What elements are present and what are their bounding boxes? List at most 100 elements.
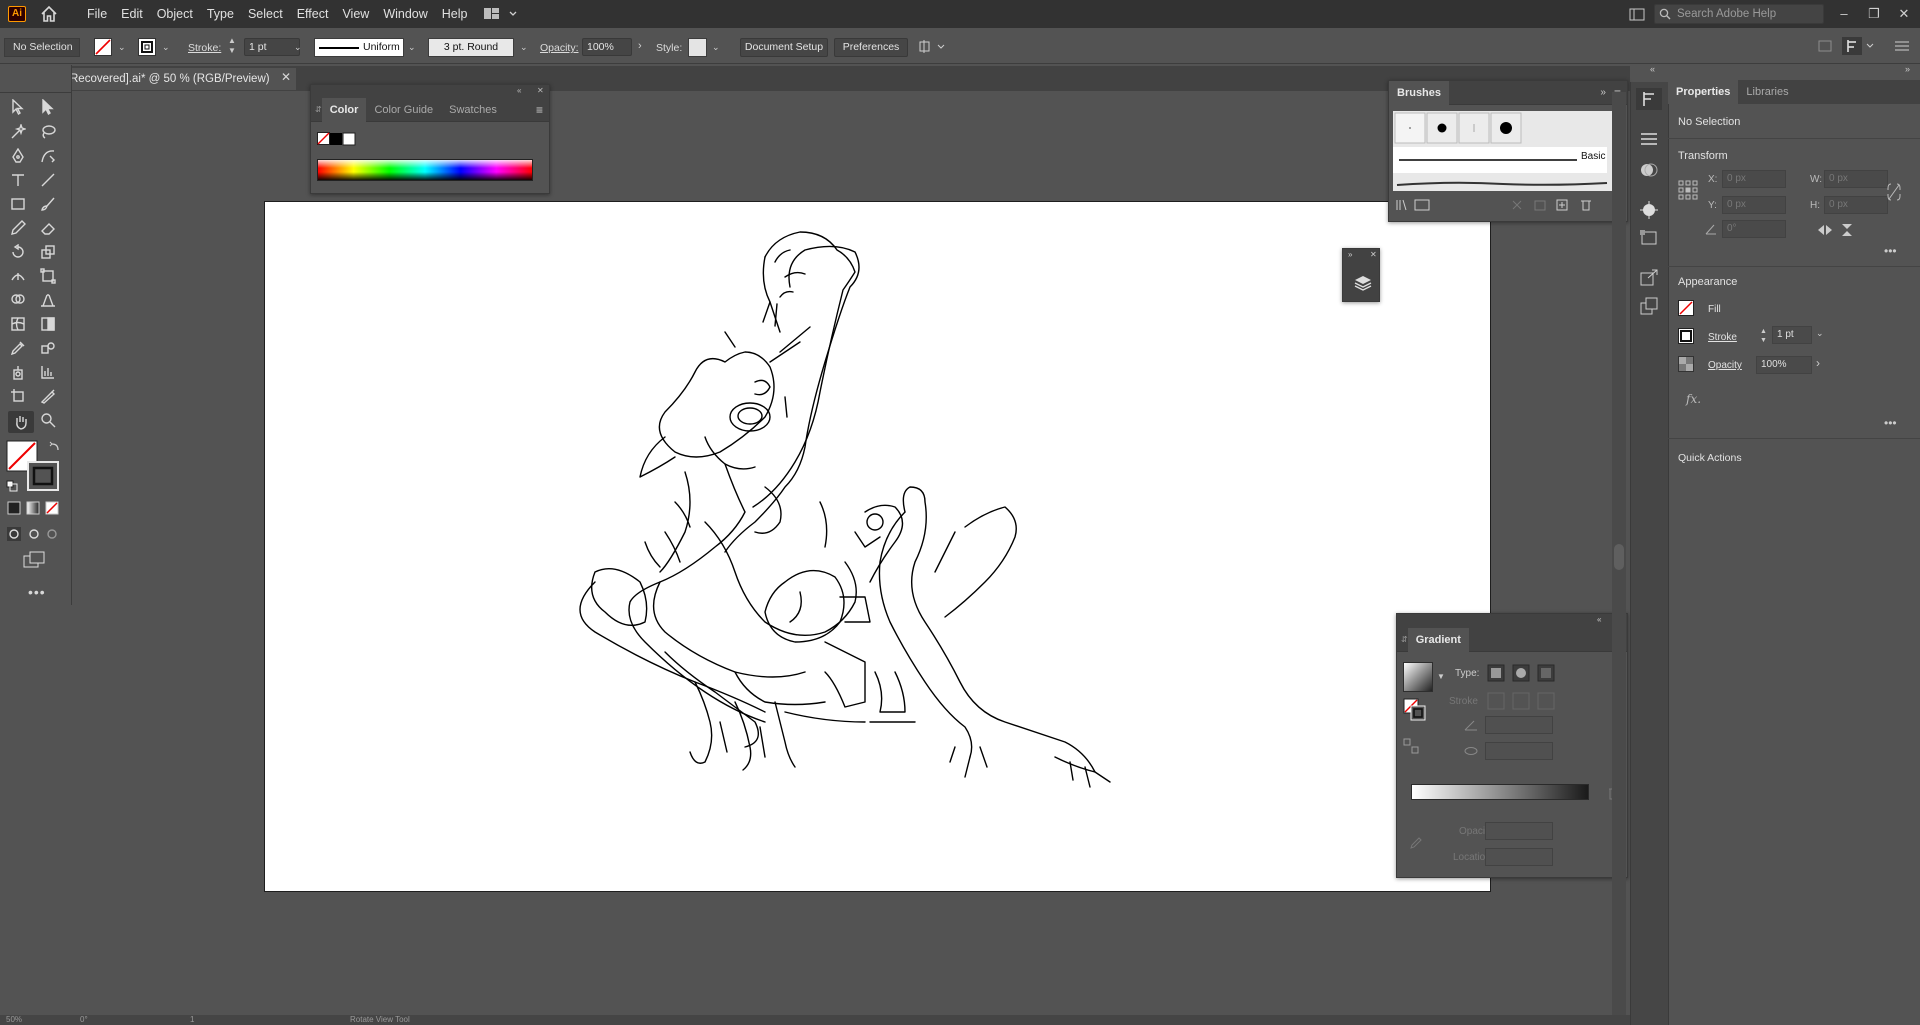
gradient-titlebar[interactable] [1397,614,1627,628]
hand-tool-icon[interactable] [8,411,34,433]
fill-none-swatch[interactable] [94,38,112,56]
appearance-dock-icon[interactable] [1638,200,1660,220]
tab-properties[interactable]: Properties [1668,80,1739,104]
search-input[interactable]: Search Adobe Help [1654,4,1824,24]
free-transform-tool-icon[interactable] [40,268,62,288]
appearance-more-icon[interactable]: ••• [1884,416,1897,430]
pencil-tool-icon[interactable] [10,220,32,240]
properties-dock-icon[interactable] [1636,88,1662,110]
stroke-weight-field[interactable]: 1 pt [244,38,300,56]
collapse-dock-icon[interactable]: « [1650,64,1655,74]
reverse-gradient-icon[interactable] [1403,738,1419,754]
menu-object[interactable]: Object [150,0,200,28]
style-chevron-icon[interactable]: ⌄ [712,42,720,53]
width-tool-icon[interactable] [10,268,32,288]
menu-lines-icon[interactable] [1892,38,1912,54]
line-segment-tool-icon[interactable] [40,172,62,192]
layers-close-icon[interactable]: ✕ [1370,250,1377,259]
rotation-level[interactable]: 0° [80,1015,88,1025]
opacity-label[interactable]: Opacity: [540,42,579,54]
fill-dropdown-chevron-icon[interactable]: ⌄ [118,42,126,53]
gradient-aspect-field[interactable] [1485,742,1553,760]
stroke-label[interactable]: Stroke: [188,42,221,54]
gradient-options-arrows-icon[interactable]: ⇵ [1401,635,1408,644]
graphic-style-swatch[interactable] [688,38,707,57]
restore-button[interactable]: ❐ [1863,4,1885,24]
color-panel-collapse-icon[interactable]: « [517,86,521,95]
menu-edit[interactable]: Edit [114,0,150,28]
export-dock-icon[interactable] [1638,268,1660,288]
default-colors-icon[interactable] [6,480,18,492]
close-tab-icon[interactable]: ✕ [281,70,291,84]
constrain-proportions-icon[interactable] [1886,182,1902,202]
stroke-swatch[interactable] [138,38,156,56]
artboard-tool-icon[interactable] [10,388,32,408]
panel-toggle-icon[interactable] [1629,8,1645,21]
menu-effect[interactable]: Effect [290,0,336,28]
perspective-grid-tool-icon[interactable] [40,292,62,312]
tab-gradient[interactable]: Gradient [1407,627,1469,652]
menu-type[interactable]: Type [200,0,241,28]
fx-icon[interactable]: fx. [1686,392,1701,406]
direct-selection-tool-icon[interactable] [40,98,62,119]
tab-swatches[interactable]: Swatches [441,98,505,122]
transform-dock-icon[interactable] [1638,228,1660,248]
gradient-stroke-buttons[interactable] [1487,692,1559,710]
home-icon[interactable] [40,5,58,23]
document-setup-button[interactable]: Document Setup [740,38,828,57]
gradient-type-buttons[interactable] [1487,664,1559,682]
layers-expand-icon[interactable]: » [1348,250,1352,259]
collapse-properties-icon[interactable]: » [1905,64,1910,74]
creature-line-art[interactable] [265,202,1492,893]
zoom-level[interactable]: 50% [6,1015,22,1025]
w-field[interactable]: 0 px [1824,170,1888,188]
stroke-black-icon[interactable] [1678,328,1694,344]
curvature-tool-icon[interactable] [40,148,62,168]
brush-definition[interactable]: 3 pt. Round [428,38,514,57]
gradient-tool-icon[interactable] [40,316,62,336]
gradient-collapse-icon[interactable]: « [1597,615,1601,624]
gradient-angle-field[interactable] [1485,716,1553,734]
profile-chevron-icon[interactable]: ⌄ [408,42,416,53]
minimize-button[interactable]: – [1833,4,1855,24]
libraries-dock-icon[interactable] [1638,130,1660,148]
pen-tool-icon[interactable] [10,147,32,168]
tab-libraries[interactable]: Libraries [1738,80,1796,104]
artboard[interactable] [264,201,1491,892]
stroke-weight-chevron-icon[interactable]: ⌄ [1816,328,1824,339]
type-tool-icon[interactable] [10,172,32,192]
none-black-white-swatches[interactable] [317,132,357,146]
mesh-tool-icon[interactable] [10,316,32,336]
eraser-tool-icon[interactable] [40,220,62,240]
gradient-eyedropper-icon[interactable] [1409,834,1425,850]
reference-point-icon[interactable] [1678,180,1698,200]
rotate-angle-field[interactable]: 0° [1722,220,1786,238]
appearance-stroke-weight-field[interactable]: 1 pt [1772,326,1812,344]
scale-tool-icon[interactable] [40,244,62,264]
screen-mode-icon[interactable] [22,550,48,570]
gradient-fill-stroke-icon[interactable] [1403,698,1427,722]
tab-brushes[interactable]: Brushes [1389,80,1450,105]
artboard-number[interactable]: 1 [190,1015,194,1025]
rotate-tool-icon[interactable] [10,243,32,264]
arrange-documents-icon[interactable] [482,6,520,22]
flip-buttons[interactable] [1816,222,1856,238]
blend-tool-icon[interactable] [40,340,62,360]
color-panel-titlebar[interactable] [311,85,549,98]
lasso-tool-icon[interactable] [40,124,62,144]
preferences-button[interactable]: Preferences [834,38,908,57]
draw-mode-icons[interactable] [6,526,60,542]
tab-color-guide[interactable]: Color Guide [366,98,441,122]
stroke-stepper-icon[interactable]: ▲ ▼ [1760,327,1767,345]
gradient-preset-chevron-icon[interactable]: ▼ [1437,672,1445,681]
opacity-label[interactable]: Opacity [1708,360,1742,371]
opacity-expand-icon[interactable]: › [638,40,642,52]
h-field[interactable]: 0 px [1824,196,1888,214]
vertical-scrollbar[interactable] [1612,92,1626,1015]
transform-more-icon[interactable]: ••• [1884,244,1897,258]
slice-tool-icon[interactable] [40,388,62,408]
paintbrush-tool-icon[interactable] [40,196,62,216]
gradient-slider[interactable] [1411,784,1589,800]
selection-tool-icon[interactable] [10,98,32,119]
rectangle-tool-icon[interactable] [10,196,32,216]
